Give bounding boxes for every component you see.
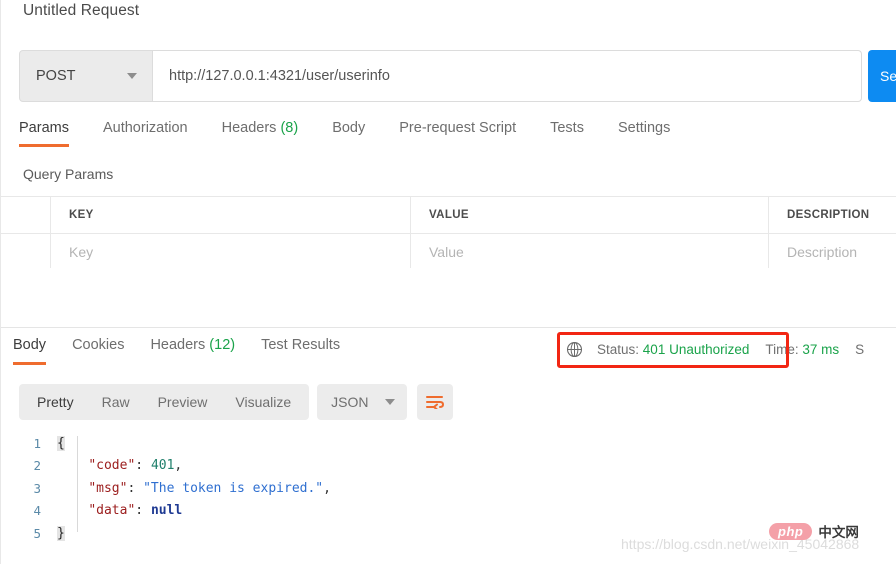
send-button[interactable]: Send (868, 50, 896, 102)
header-description-label: DESCRIPTION (787, 209, 870, 221)
code-line: 2 "code": 401, (1, 455, 896, 478)
tab-tests-label: Tests (550, 120, 584, 136)
header-checkbox-cell (1, 197, 51, 233)
time-value: 37 ms (802, 342, 840, 357)
size-indicator[interactable]: S (855, 342, 864, 357)
tab-body[interactable]: Body (332, 120, 365, 147)
response-tab-headers-label: Headers (150, 337, 206, 353)
wrap-text-button[interactable] (416, 384, 453, 420)
code-line: 4 "data": null (1, 500, 896, 523)
tab-body-label: Body (332, 120, 366, 136)
response-tabs: Body Cookies Headers (12) Test Results (13, 337, 366, 365)
status-indicator[interactable]: Status: 401 Unauthorized (597, 342, 749, 357)
response-format-dropdown[interactable]: JSON (317, 384, 407, 420)
view-visualize-button[interactable]: Visualize (221, 394, 305, 410)
code-line-text: "code": 401, (88, 458, 183, 474)
header-description-cell: DESCRIPTION (769, 197, 896, 233)
url-input[interactable]: http://127.0.0.1:4321/user/userinfo (153, 50, 862, 102)
query-params-table: KEY VALUE DESCRIPTION Key Value Descript… (1, 196, 896, 271)
row-description-placeholder: Description (787, 244, 858, 260)
view-preview-button[interactable]: Preview (144, 394, 222, 410)
code-line-text: { (57, 435, 65, 451)
header-key-cell: KEY (51, 197, 411, 233)
request-tabs: Params Authorization Headers (8) Body Pr… (19, 120, 670, 152)
code-line: 1{ (1, 432, 896, 455)
tab-settings-label: Settings (617, 120, 671, 136)
time-indicator[interactable]: Time: 37 ms (765, 342, 839, 357)
request-title: Untitled Request (23, 2, 140, 19)
time-label: Time: (765, 342, 799, 357)
code-lines: 1{2 "code": 401, 3 "msg": "The token is e… (1, 432, 896, 545)
response-tab-body[interactable]: Body (13, 337, 47, 365)
tab-params-label: Params (19, 120, 69, 136)
query-params-heading: Query Params (23, 166, 114, 182)
watermark-logo: php 中文网 (769, 521, 859, 541)
code-line: 3 "msg": "The token is expired.", (1, 477, 896, 500)
chevron-down-icon (384, 399, 395, 405)
request-response-divider (1, 327, 896, 328)
response-format-label: JSON (331, 394, 369, 410)
tab-params[interactable]: Params (19, 120, 69, 147)
tab-pre-request-script-label: Pre-request Script (399, 120, 517, 136)
row-key-input[interactable]: Key (51, 234, 411, 270)
response-tab-test-results[interactable]: Test Results (261, 337, 340, 365)
header-value-cell: VALUE (411, 197, 769, 233)
response-tab-headers[interactable]: Headers (12) (150, 337, 235, 365)
row-value-input[interactable]: Value (411, 234, 769, 270)
code-line-number: 4 (33, 503, 41, 519)
response-tab-cookies[interactable]: Cookies (72, 337, 124, 365)
tab-settings[interactable]: Settings (618, 120, 670, 147)
code-indent-guide (77, 436, 78, 532)
globe-icon (566, 341, 583, 358)
code-line-number: 3 (33, 480, 41, 496)
tab-pre-request-script[interactable]: Pre-request Script (399, 120, 516, 147)
status-value: 401 Unauthorized (642, 342, 750, 357)
tab-authorization[interactable]: Authorization (103, 120, 188, 147)
tab-headers-label: Headers (221, 120, 277, 136)
response-view-switcher: Pretty Raw Preview Visualize (19, 384, 310, 420)
response-meta: Status: 401 Unauthorized Time: 37 ms S (566, 341, 880, 358)
row-checkbox-cell[interactable] (1, 234, 51, 270)
wrap-text-icon (425, 396, 444, 409)
view-raw-button[interactable]: Raw (88, 394, 144, 410)
response-tab-headers-count: (12) (209, 337, 236, 353)
tab-tests[interactable]: Tests (550, 120, 584, 147)
code-line-text: "data": null (88, 503, 183, 519)
http-method-dropdown[interactable]: POST (19, 50, 153, 102)
url-text: http://127.0.0.1:4321/user/userinfo (169, 68, 390, 84)
header-key-label: KEY (69, 209, 94, 221)
code-line-number: 5 (33, 525, 41, 541)
tab-authorization-label: Authorization (102, 120, 188, 136)
table-row[interactable]: Key Value Description (1, 234, 896, 270)
postman-window: Untitled Request POST http://127.0.0.1:4… (0, 0, 896, 564)
chevron-down-icon (127, 73, 137, 79)
row-value-placeholder: Value (429, 244, 464, 260)
code-line-text: } (57, 525, 65, 541)
row-key-placeholder: Key (69, 244, 94, 260)
row-description-input[interactable]: Description (769, 234, 896, 270)
table-header-row: KEY VALUE DESCRIPTION (1, 197, 896, 234)
watermark-cn-text: 中文网 (818, 525, 859, 541)
response-body-toolbar: Pretty Raw Preview Visualize JSON (19, 384, 453, 420)
tab-headers[interactable]: Headers (8) (222, 120, 299, 147)
code-line-number: 2 (33, 458, 41, 474)
params-empty-area (1, 268, 896, 328)
watermark-php-badge: php (769, 522, 813, 540)
status-label: Status: (597, 342, 640, 357)
http-method-label: POST (36, 68, 76, 84)
view-pretty-button[interactable]: Pretty (23, 394, 88, 410)
code-line-number: 1 (33, 435, 41, 451)
response-tab-cookies-label: Cookies (72, 337, 125, 353)
header-value-label: VALUE (429, 209, 469, 221)
response-tab-test-results-label: Test Results (261, 337, 341, 353)
response-tab-body-label: Body (13, 337, 47, 353)
url-bar: POST http://127.0.0.1:4321/user/userinfo… (19, 50, 896, 102)
tab-headers-count: (8) (280, 120, 299, 136)
code-line-text: "msg": "The token is expired.", (88, 480, 331, 496)
